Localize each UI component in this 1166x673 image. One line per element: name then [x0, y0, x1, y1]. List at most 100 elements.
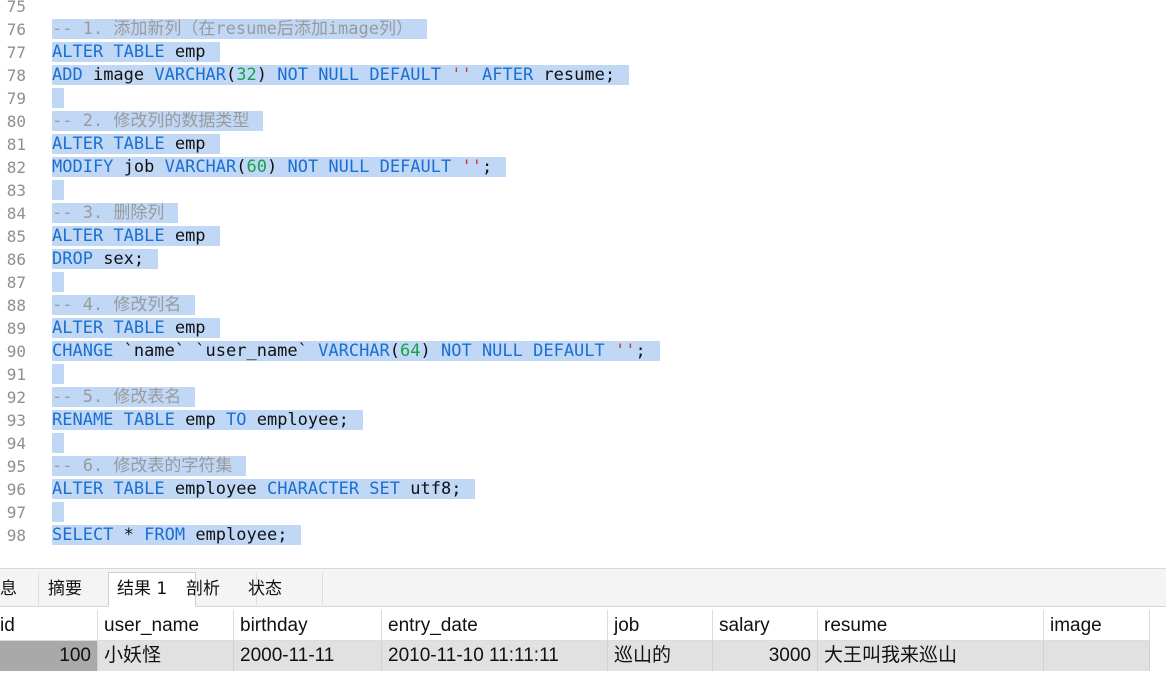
cell-entry-date[interactable]: 2010-11-10 11:11:11 [382, 641, 608, 671]
code-line[interactable]: 98 SELECT * FROM employee; [0, 524, 1166, 547]
line-number: 84 [6, 204, 26, 223]
code-line[interactable]: 96 ALTER TABLE employee CHARACTER SET utf… [0, 478, 1166, 501]
column-header-image[interactable]: image [1044, 610, 1150, 641]
code-text[interactable]: CHANGE `name` `user_name` VARCHAR(64) NO… [52, 340, 660, 363]
code-text[interactable]: -- 2. 修改列的数据类型 [52, 110, 264, 133]
code-text[interactable]: ALTER TABLE emp [52, 41, 220, 64]
sql-keyword: ALTER TABLE [52, 42, 165, 62]
sql-text: ( [236, 157, 247, 177]
code-text[interactable] [52, 271, 64, 294]
column-header-job[interactable]: job [608, 610, 713, 641]
table-row[interactable]: 100 小妖怪 2000-11-11 2010-11-10 11:11:11 巡… [0, 641, 1150, 671]
line-number: 91 [6, 365, 26, 384]
sql-keyword: AFTER [482, 65, 534, 85]
line-number: 90 [6, 342, 26, 361]
cell-user-name[interactable]: 小妖怪 [98, 641, 234, 671]
sql-text: sex; [92, 249, 145, 269]
selection-highlight: -- 1. 添加新列（在resume后添加image列） [52, 19, 427, 39]
column-header-id[interactable]: id [0, 610, 98, 641]
code-text[interactable]: MODIFY job VARCHAR(60) NOT NULL DEFAULT … [52, 156, 507, 179]
selection-highlight: ALTER TABLE emp [52, 226, 220, 246]
code-line[interactable]: 95 -- 6. 修改表的字符集 [0, 455, 1166, 478]
cell-image[interactable] [1044, 641, 1150, 671]
cell-birthday[interactable]: 2000-11-11 [234, 641, 382, 671]
sql-text: emp [174, 410, 227, 430]
code-text[interactable] [52, 363, 64, 386]
code-line[interactable]: 92 -- 5. 修改表名 [0, 386, 1166, 409]
code-text[interactable] [52, 501, 64, 524]
column-header-entry-date[interactable]: entry_date [382, 610, 608, 641]
sql-keyword: VARCHAR [154, 65, 227, 85]
cell-job[interactable]: 巡山的 [608, 641, 713, 671]
code-line[interactable]: 85 ALTER TABLE emp [0, 225, 1166, 248]
sql-keyword: CHARACTER SET [266, 479, 401, 499]
code-text[interactable]: ADD image VARCHAR(32) NOT NULL DEFAULT '… [52, 64, 630, 87]
cell-id[interactable]: 100 [0, 641, 98, 671]
code-text[interactable]: ALTER TABLE emp [52, 225, 220, 248]
line-number: 95 [6, 457, 26, 476]
code-line[interactable]: 86 DROP sex; [0, 248, 1166, 271]
tab-status[interactable]: 状态 [240, 573, 323, 605]
code-text[interactable]: -- 3. 删除列 [52, 202, 179, 225]
sql-keyword: DROP [52, 249, 93, 269]
sql-keyword: SELECT [52, 525, 114, 545]
cell-salary[interactable]: 3000 [713, 641, 818, 671]
sql-text: image [82, 65, 155, 85]
selection-highlight: ALTER TABLE emp [52, 318, 220, 338]
code-line[interactable]: 80 -- 2. 修改列的数据类型 [0, 110, 1166, 133]
selection-highlight: -- 5. 修改表名 [52, 387, 196, 407]
code-text[interactable] [52, 179, 64, 202]
code-text[interactable]: DROP sex; [52, 248, 159, 271]
sql-comment: -- 2. 修改列的数据类型 [52, 111, 250, 131]
code-text[interactable]: -- 4. 修改列名 [52, 294, 196, 317]
column-header-salary[interactable]: salary [713, 610, 818, 641]
code-line[interactable]: 82 MODIFY job VARCHAR(60) NOT NULL DEFAUL… [0, 156, 1166, 179]
sql-text: ; [635, 341, 646, 361]
code-text[interactable] [52, 432, 64, 455]
code-text[interactable]: -- 1. 添加新列（在resume后添加image列） [52, 18, 427, 41]
code-text[interactable]: SELECT * FROM employee; [52, 524, 302, 547]
code-line[interactable]: 91 [0, 363, 1166, 386]
selection-highlight: ADD image VARCHAR(32) NOT NULL DEFAULT '… [52, 65, 630, 85]
sql-keyword: NOT NULL DEFAULT [287, 157, 452, 177]
line-number: 97 [6, 503, 26, 522]
code-line[interactable]: 93 RENAME TABLE emp TO employee; [0, 409, 1166, 432]
code-line[interactable]: 87 [0, 271, 1166, 294]
line-number: 93 [6, 411, 26, 430]
code-line[interactable]: 75 [0, 0, 1166, 18]
code-text[interactable]: -- 5. 修改表名 [52, 386, 196, 409]
code-line[interactable]: 89 ALTER TABLE emp [0, 317, 1166, 340]
column-header-birthday[interactable]: birthday [234, 610, 382, 641]
code-text[interactable]: -- 6. 修改表的字符集 [52, 455, 247, 478]
sql-text: employee; [246, 410, 349, 430]
code-text[interactable] [52, 87, 64, 110]
sql-text: ( [226, 65, 237, 85]
code-line[interactable]: 90 CHANGE `name` `user_name` VARCHAR(64) … [0, 340, 1166, 363]
code-line[interactable]: 78 ADD image VARCHAR(32) NOT NULL DEFAULT… [0, 64, 1166, 87]
code-line[interactable]: 84 -- 3. 删除列 [0, 202, 1166, 225]
code-line[interactable]: 81 ALTER TABLE emp [0, 133, 1166, 156]
sql-keyword: ALTER TABLE [52, 479, 165, 499]
code-line[interactable]: 79 [0, 87, 1166, 110]
code-line[interactable]: 83 [0, 179, 1166, 202]
column-header-user-name[interactable]: user_name [98, 610, 234, 641]
code-text[interactable]: ALTER TABLE emp [52, 317, 220, 340]
code-line[interactable]: 88 -- 4. 修改列名 [0, 294, 1166, 317]
sql-editor[interactable]: 75 76 -- 1. 添加新列（在resume后添加image列） 77 ALTER … [0, 0, 1166, 568]
code-line[interactable]: 94 [0, 432, 1166, 455]
line-number: 87 [6, 273, 26, 292]
cell-resume[interactable]: 大王叫我来巡山 [818, 641, 1044, 671]
code-text[interactable]: RENAME TABLE emp TO employee; [52, 409, 363, 432]
code-line[interactable]: 77 ALTER TABLE emp [0, 41, 1166, 64]
code-line[interactable]: 97 [0, 501, 1166, 524]
code-text[interactable]: ALTER TABLE employee CHARACTER SET utf8; [52, 478, 476, 501]
line-number: 78 [6, 66, 26, 85]
selection-highlight [52, 502, 64, 522]
tab-info[interactable]: 息 [0, 573, 39, 605]
sql-keyword: FROM [144, 525, 186, 545]
column-header-resume[interactable]: resume [818, 610, 1044, 641]
code-line[interactable]: 76 -- 1. 添加新列（在resume后添加image列） [0, 18, 1166, 41]
code-text[interactable]: ALTER TABLE emp [52, 133, 220, 156]
sql-string: '' [451, 65, 472, 85]
